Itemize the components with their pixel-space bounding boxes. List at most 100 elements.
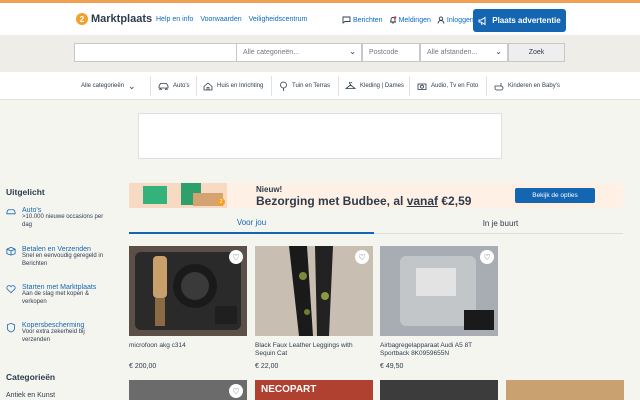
banner-kicker: Nieuw! bbox=[256, 185, 283, 194]
cat-huis[interactable]: Huis en Inrichting bbox=[203, 72, 263, 100]
top-links: Help en info Voorwaarden Veiligheidscent… bbox=[156, 16, 307, 23]
listing-price: € 49,50 bbox=[380, 363, 404, 370]
chat-icon bbox=[342, 16, 351, 24]
user-icon bbox=[437, 16, 445, 24]
car-icon bbox=[158, 83, 169, 90]
search-input[interactable] bbox=[74, 43, 237, 62]
place-ad-button[interactable]: Plaats advertentie bbox=[473, 9, 566, 32]
favorite-heart-icon[interactable]: ♡ bbox=[480, 250, 494, 264]
logo-mark: 2 bbox=[76, 13, 88, 25]
chevron-down-icon: ⌄ bbox=[349, 47, 356, 56]
listing-card[interactable]: ♡ microfoon akg c314 € 200,00 bbox=[129, 246, 247, 376]
place-ad-label: Plaats advertentie bbox=[492, 16, 561, 25]
cat-tuin-label: Tuin en Terras bbox=[292, 83, 331, 89]
help-link[interactable]: Help en info bbox=[156, 16, 193, 23]
tab-in-je-buurt[interactable]: In je buurt bbox=[378, 212, 623, 234]
cat-kinderen-label: Kinderen en Baby's bbox=[508, 83, 560, 89]
login-label: Inloggen bbox=[446, 16, 474, 24]
listing-card[interactable] bbox=[380, 380, 498, 400]
divider bbox=[338, 76, 339, 96]
logo[interactable]: 2 Marktplaats bbox=[76, 13, 152, 25]
budbee-banner[interactable]: 2 Nieuw! Bezorging met Budbee, al vanaf … bbox=[129, 183, 623, 208]
ad-slot[interactable] bbox=[138, 113, 502, 159]
listing-card[interactable]: ♡ bbox=[129, 380, 247, 400]
usp-kopers-desc: Voor extra zekerheid bij verzenden bbox=[22, 329, 85, 343]
usp-betalen-desc: Snel en eenvoudig geregeld in Berichten bbox=[22, 253, 104, 267]
uitgelicht-heading: Uitgelicht bbox=[6, 187, 45, 197]
cat-autos[interactable]: Auto's bbox=[158, 72, 190, 100]
messages-label: Berichten bbox=[353, 16, 383, 24]
terms-link[interactable]: Voorwaarden bbox=[200, 16, 241, 23]
cat-audio[interactable]: Audio, Tv en Foto bbox=[417, 72, 478, 100]
listing-card[interactable]: ♡ Airbagregelapparaat Audi A5 8T Sportba… bbox=[380, 246, 498, 376]
cat-kleding-label: Kleding | Dames bbox=[360, 83, 404, 89]
cat-autos-label: Auto's bbox=[173, 83, 190, 89]
cat-kleding[interactable]: Kleding | Dames bbox=[345, 72, 404, 100]
category-select-value: Alle categorieën... bbox=[243, 49, 300, 56]
favorite-heart-icon[interactable]: ♡ bbox=[229, 250, 243, 264]
chevron-down-icon: ⌄ bbox=[495, 47, 502, 56]
banner-title-price: €2,59 bbox=[438, 194, 472, 208]
favorite-heart-icon[interactable]: ♡ bbox=[355, 250, 369, 264]
car-icon bbox=[6, 209, 16, 215]
cat-all[interactable]: Alle categorieën ⌄ bbox=[81, 72, 136, 100]
category-select[interactable]: Alle categorieën... ⌄ bbox=[236, 43, 362, 62]
listing-title[interactable]: microfoon akg c314 bbox=[129, 342, 245, 350]
listing-card[interactable]: ♡ Black Faux Leather Leggings with Sequi… bbox=[255, 246, 373, 376]
listing-price: € 200,00 bbox=[129, 363, 157, 370]
camera-icon bbox=[417, 83, 427, 90]
cat-tuin[interactable]: Tuin en Terras bbox=[279, 72, 330, 100]
notifications-button[interactable]: Meldingen bbox=[389, 16, 431, 24]
favorite-heart-icon[interactable]: ♡ bbox=[229, 384, 243, 398]
usp-betalen[interactable]: Betalen en Verzenden Snel en eenvoudig g… bbox=[6, 246, 112, 269]
listing-image[interactable]: ♡ bbox=[129, 246, 247, 336]
search-button[interactable]: Zoek bbox=[508, 43, 565, 62]
banner-illustration: 2 bbox=[129, 183, 227, 208]
baby-icon bbox=[494, 82, 504, 90]
cat-kinderen[interactable]: Kinderen en Baby's bbox=[494, 72, 560, 100]
cat-all-label: Alle categorieën bbox=[81, 83, 125, 89]
postcode-input[interactable]: Postcode bbox=[362, 43, 420, 62]
logo-text: Marktplaats bbox=[91, 13, 153, 25]
category-bar: Alle categorieën ⌄ Auto's Huis en Inrich… bbox=[0, 72, 640, 100]
search-bar: Alle categorieën... ⌄ Postcode Alle afst… bbox=[0, 35, 640, 72]
listing-title[interactable]: Airbagregelapparaat Audi A5 8T Sportback… bbox=[380, 342, 496, 359]
divider bbox=[271, 76, 272, 96]
usp-starten[interactable]: Starten met Marktplaats Aan de slag met … bbox=[6, 284, 112, 307]
usp-autos[interactable]: Auto's >10.000 nieuwe occasions per dag bbox=[6, 207, 112, 230]
divider bbox=[150, 76, 151, 96]
tab-voor-jou[interactable]: Voor jou bbox=[129, 212, 374, 234]
listing-image-text: NECOPART bbox=[261, 384, 317, 395]
banner-title: Bezorging met Budbee, al vanaf €2,59 bbox=[256, 194, 471, 208]
parcel-illustration bbox=[143, 186, 167, 204]
listing-image[interactable]: ♡ bbox=[380, 246, 498, 336]
bell-icon bbox=[389, 16, 396, 24]
notifications-label: Meldingen bbox=[398, 16, 431, 24]
cat-huis-label: Huis en Inrichting bbox=[217, 83, 264, 89]
banner-cta-button[interactable]: Bekijk de opties bbox=[515, 188, 595, 203]
banner-title-underlined: vanaf bbox=[406, 194, 439, 208]
usp-autos-desc: >10.000 nieuwe occasions per dag bbox=[22, 214, 104, 228]
user-actions: Berichten Meldingen Inloggen bbox=[342, 16, 474, 24]
distance-select[interactable]: Alle afstanden... ⌄ bbox=[420, 43, 508, 62]
listing-price: € 22,00 bbox=[255, 363, 279, 370]
feed-tabs: Voor jou In je buurt bbox=[129, 212, 623, 234]
package-icon bbox=[6, 246, 16, 256]
listing-card[interactable]: NECOPART bbox=[255, 380, 373, 400]
listing-title[interactable]: Black Faux Leather Leggings with Sequin … bbox=[255, 342, 371, 359]
divider bbox=[196, 76, 197, 96]
house-icon bbox=[203, 81, 213, 90]
divider bbox=[486, 76, 487, 96]
listing-image[interactable]: ♡ bbox=[255, 246, 373, 336]
chevron-down-icon: ⌄ bbox=[128, 80, 136, 91]
messages-button[interactable]: Berichten bbox=[342, 16, 383, 24]
login-button[interactable]: Inloggen bbox=[437, 16, 474, 24]
safety-link[interactable]: Veiligheidscentrum bbox=[249, 16, 308, 23]
categories-heading: Categorieën bbox=[6, 372, 56, 382]
usp-kopers-title: Kopersbescherming bbox=[22, 322, 85, 329]
category-link[interactable]: Antiek en Kunst bbox=[6, 392, 55, 399]
usp-kopersbescherming[interactable]: Kopersbescherming Voor extra zekerheid b… bbox=[6, 322, 112, 345]
listing-card[interactable] bbox=[506, 380, 624, 400]
divider bbox=[409, 76, 410, 96]
usp-betalen-title: Betalen en Verzenden bbox=[22, 246, 91, 253]
